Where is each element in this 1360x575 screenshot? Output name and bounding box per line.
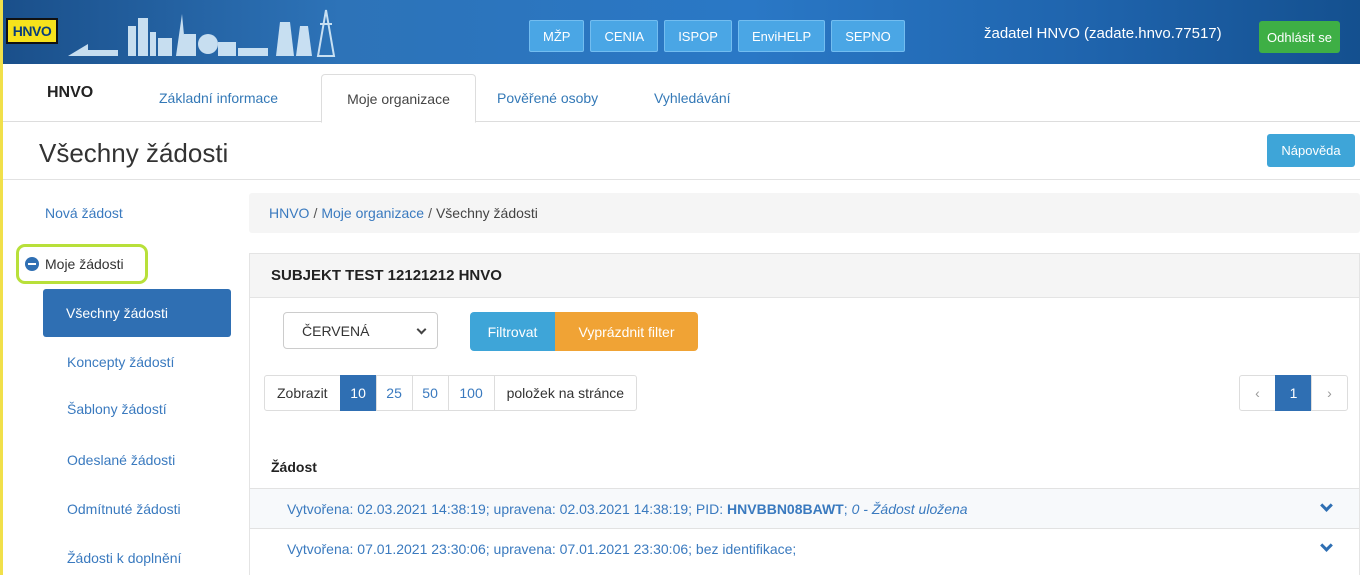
help-button[interactable]: Nápověda bbox=[1267, 134, 1355, 167]
breadcrumb-hnvo[interactable]: HNVO bbox=[269, 205, 309, 221]
chevron-down-icon[interactable] bbox=[1320, 499, 1333, 512]
requests-panel: SUBJEKT TEST 12121212 HNVO ČERVENÁ Filtr… bbox=[249, 253, 1360, 575]
nav-mzp-button[interactable]: MŽP bbox=[529, 20, 585, 52]
panel-title: SUBJEKT TEST 12121212 HNVO bbox=[250, 254, 1359, 298]
main-tabs: HNVO Základní informace Moje organizace … bbox=[0, 64, 1360, 123]
filter-button[interactable]: Filtrovat bbox=[470, 312, 555, 351]
request-text: Vytvořena: 02.03.2021 14:38:19; upravena… bbox=[287, 500, 724, 517]
hnvo-logo[interactable]: HNVO bbox=[6, 18, 58, 44]
sidebar-item-templates[interactable]: Šablony žádostí bbox=[67, 401, 167, 417]
page-1-button[interactable]: 1 bbox=[1275, 375, 1312, 411]
tab-my-organization[interactable]: Moje organizace bbox=[321, 74, 476, 123]
sidebar-item-rejected[interactable]: Odmítnuté žádosti bbox=[67, 501, 181, 517]
breadcrumb-separator: / bbox=[428, 205, 432, 221]
breadcrumb-current: Všechny žádosti bbox=[435, 205, 538, 221]
status-filter-select[interactable]: ČERVENÁ bbox=[283, 312, 438, 349]
request-state: 0 - Žádost uložena bbox=[851, 500, 968, 517]
clear-filter-button[interactable]: Vyprázdnit filter bbox=[555, 312, 698, 351]
sidebar-item-all-requests[interactable]: Všechny žádosti bbox=[43, 289, 231, 337]
sidebar-item-sent[interactable]: Odeslané žádosti bbox=[67, 452, 175, 468]
page-size-100[interactable]: 100 bbox=[447, 375, 495, 411]
pagination: ‹ 1 › bbox=[1239, 375, 1348, 411]
prev-page-button[interactable]: ‹ bbox=[1239, 375, 1276, 411]
next-page-button[interactable]: › bbox=[1311, 375, 1348, 411]
list-item[interactable]: Vytvořena: 07.01.2021 23:30:06; upravena… bbox=[250, 528, 1359, 568]
page-size-50[interactable]: 50 bbox=[411, 375, 449, 411]
show-label: Zobrazit bbox=[264, 375, 341, 411]
left-edge-stripe bbox=[0, 0, 3, 575]
page-title: Všechny žádosti bbox=[39, 138, 229, 168]
sidebar-group-my-requests[interactable]: Moje žádosti bbox=[16, 244, 148, 284]
nav-cenia-button[interactable]: CENIA bbox=[590, 20, 659, 52]
chevron-down-icon bbox=[416, 324, 427, 335]
request-suffix: ; bbox=[843, 500, 848, 517]
tab-basic-info[interactable]: Základní informace bbox=[159, 90, 278, 106]
nav-sepno-button[interactable]: SEPNO bbox=[831, 20, 905, 52]
nav-ispop-button[interactable]: ISPOP bbox=[664, 20, 732, 52]
top-banner: HNVO MŽP CENIA ISPOP EnviHELP SEPNO žada… bbox=[0, 0, 1360, 64]
divider bbox=[0, 179, 1360, 180]
page-size-25[interactable]: 25 bbox=[375, 375, 413, 411]
nav-envihelp-button[interactable]: EnviHELP bbox=[737, 20, 826, 52]
request-text: Vytvořena: 07.01.2021 23:30:06; upravena… bbox=[287, 540, 797, 557]
sidebar-new-request[interactable]: Nová žádost bbox=[45, 205, 123, 221]
sidebar-group-label: Moje žádosti bbox=[45, 256, 124, 272]
sidebar-item-to-complete[interactable]: Žádosti k doplnění bbox=[67, 550, 181, 566]
page-size-selector: Zobrazit 10 25 50 100 položek na stránce bbox=[264, 375, 638, 411]
per-page-label: položek na stránce bbox=[493, 375, 638, 411]
collapse-minus-icon bbox=[25, 257, 39, 271]
page-size-10[interactable]: 10 bbox=[339, 375, 377, 411]
breadcrumb-my-organization[interactable]: Moje organizace bbox=[321, 205, 424, 221]
column-header-request: Žádost bbox=[271, 459, 317, 475]
breadcrumb-separator: / bbox=[313, 205, 318, 221]
status-filter-value: ČERVENÁ bbox=[302, 322, 370, 339]
tab-authorized-persons[interactable]: Pověřené osoby bbox=[497, 90, 598, 106]
breadcrumb: HNVO / Moje organizace / Všechny žádosti bbox=[249, 193, 1360, 233]
brand-label[interactable]: HNVO bbox=[47, 84, 93, 102]
list-item[interactable]: Vytvořena: 02.03.2021 14:38:19; upravena… bbox=[250, 488, 1359, 528]
tab-search[interactable]: Vyhledávání bbox=[654, 90, 731, 106]
banner-nav: MŽP CENIA ISPOP EnviHELP SEPNO bbox=[529, 20, 905, 52]
sidebar-item-drafts[interactable]: Koncepty žádostí bbox=[67, 354, 174, 370]
logout-button[interactable]: Odhlásit se bbox=[1259, 21, 1341, 53]
request-pid: HNVBBN08BAWT bbox=[727, 500, 844, 517]
chevron-down-icon[interactable] bbox=[1320, 539, 1333, 552]
user-name: žadatel HNVO (zadate.hnvo.77517) bbox=[984, 25, 1222, 42]
skyline-illustration-icon bbox=[68, 9, 336, 57]
